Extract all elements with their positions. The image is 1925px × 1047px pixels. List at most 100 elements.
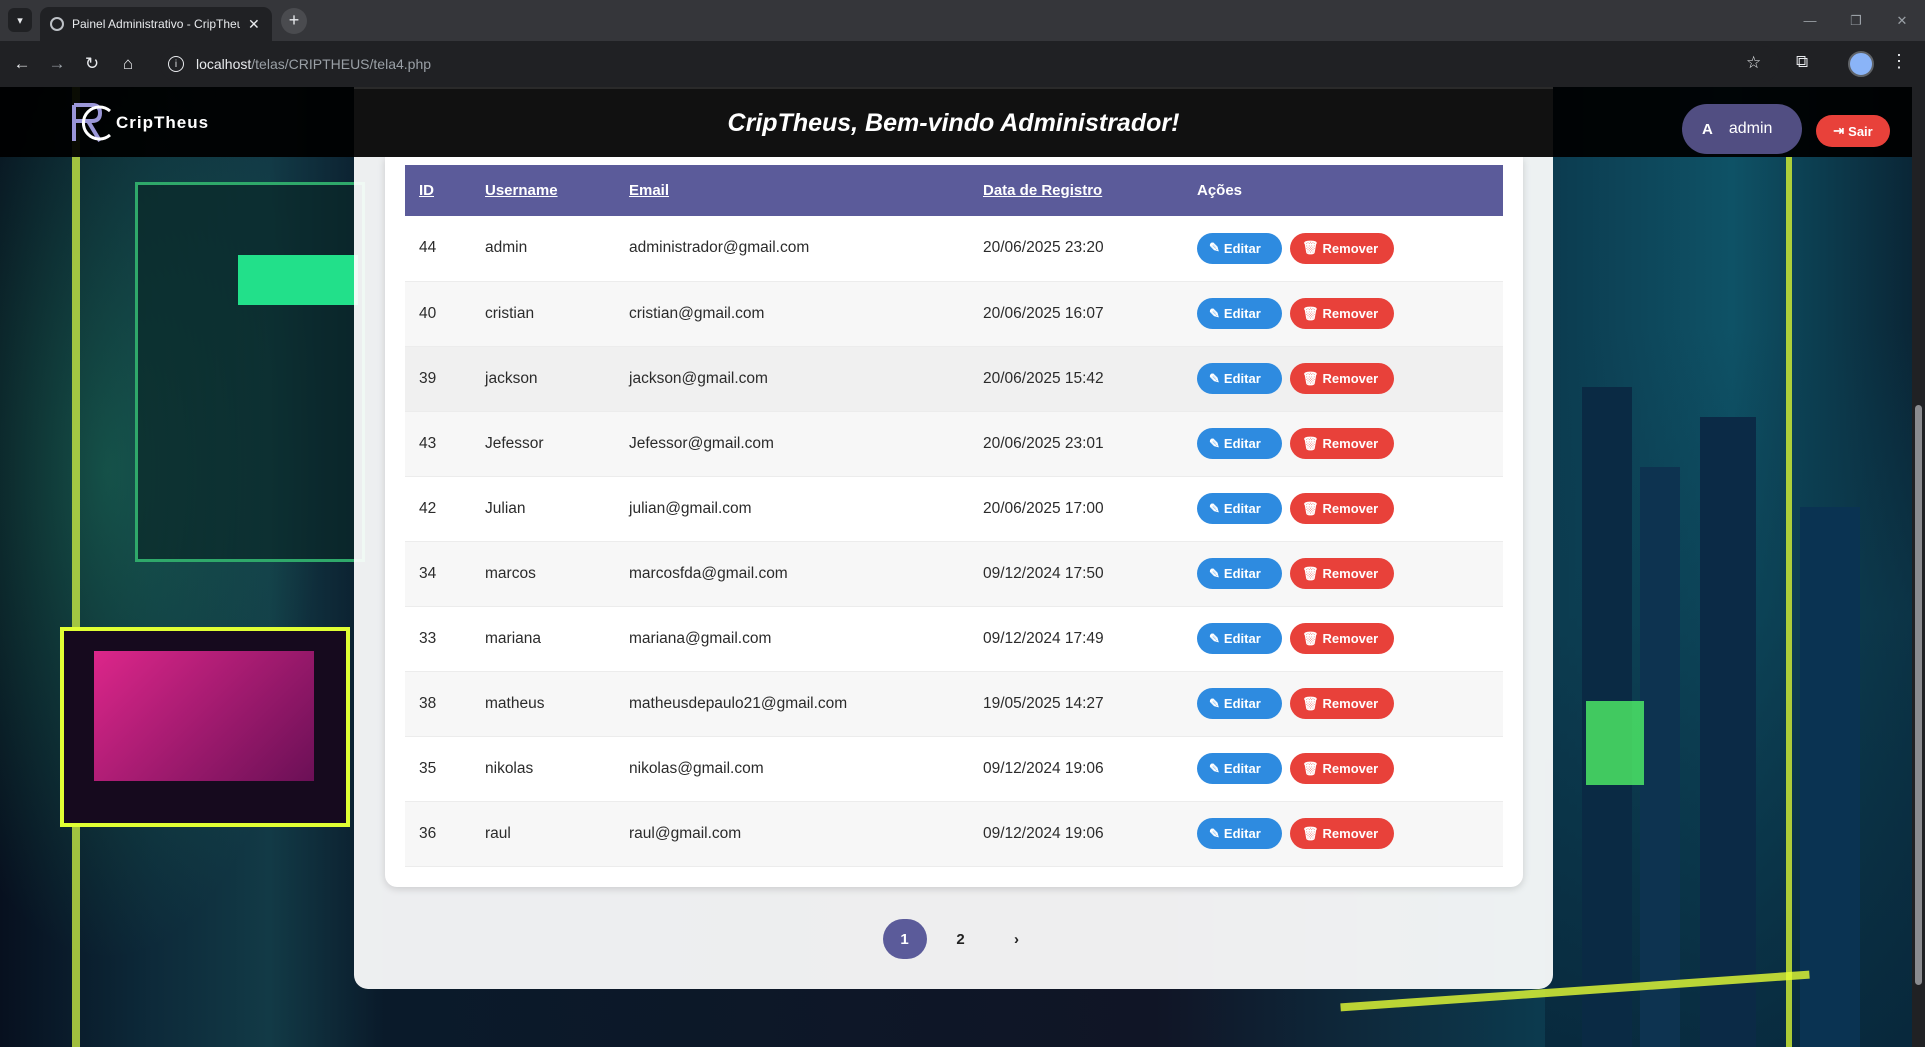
remove-button[interactable]: 🗑 Remover <box>1290 623 1394 654</box>
remove-label: Remover <box>1322 696 1379 711</box>
logout-button[interactable]: ⇥ Sair <box>1816 115 1890 147</box>
site-info-icon[interactable]: i <box>168 56 184 72</box>
remove-button[interactable]: 🗑 Remover <box>1290 428 1394 459</box>
column-id[interactable]: ID <box>405 165 471 216</box>
next-page-icon[interactable]: › <box>995 919 1039 959</box>
forward-icon[interactable]: → <box>45 52 69 76</box>
edit-button[interactable]: ✎ Editar <box>1197 818 1282 849</box>
new-tab-button[interactable]: + <box>281 8 307 34</box>
remove-button[interactable]: 🗑 Remover <box>1290 558 1394 589</box>
edit-button[interactable]: ✎ Editar <box>1197 753 1282 784</box>
edit-button[interactable]: ✎ Editar <box>1197 493 1282 524</box>
cell-date: 20/06/2025 16:07 <box>983 304 1104 322</box>
close-tab-icon[interactable]: ✕ <box>248 16 260 33</box>
page-button[interactable]: 1 <box>882 919 927 959</box>
edit-button[interactable]: ✎ Editar <box>1197 298 1282 329</box>
remove-button[interactable]: 🗑 Remover <box>1290 753 1394 784</box>
background-neon-line <box>1786 157 1792 1047</box>
cell-email: matheusdepaulo21@gmail.com <box>629 694 848 712</box>
edit-button[interactable]: ✎ Editar <box>1197 558 1282 589</box>
cell-date: 19/05/2025 14:27 <box>983 694 1104 712</box>
avatar: A <box>1702 120 1713 138</box>
column-email[interactable]: Email <box>615 165 969 216</box>
remove-button[interactable]: 🗑 Remover <box>1290 818 1394 849</box>
cell-email: julian@gmail.com <box>629 499 752 517</box>
cell-id: 44 <box>419 239 437 257</box>
reload-icon[interactable]: ↻ <box>80 52 104 76</box>
remove-button[interactable]: 🗑 Remover <box>1290 493 1394 524</box>
edit-icon: ✎ <box>1209 825 1220 841</box>
table-row: 44 admin administrador@gmail.com 20/06/2025… <box>405 216 1503 281</box>
cell-actions: ✎ Editar 🗑 Remover <box>1183 801 1503 866</box>
cell-username: raul <box>485 824 511 842</box>
address-bar[interactable]: i localhost/telas/CRIPTHEUS/tela4.php <box>160 46 1780 82</box>
profile-avatar-icon[interactable] <box>1848 51 1874 77</box>
remove-label: Remover <box>1322 826 1379 841</box>
remove-label: Remover <box>1322 371 1379 386</box>
cell-email: jackson@gmail.com <box>629 369 768 387</box>
table-row: 34 marcos marcosfda@gmail.com 09/12/2024 17… <box>405 541 1503 606</box>
browser-tab[interactable]: Painel Administrativo - CripTheus ✕ <box>40 7 272 41</box>
edit-button[interactable]: ✎ Editar <box>1197 363 1282 394</box>
cell-email: Jefessor@gmail.com <box>629 434 774 452</box>
remove-button[interactable]: 🗑 Remover <box>1290 298 1394 329</box>
extensions-icon[interactable]: ⧉ <box>1796 52 1808 72</box>
background-laptop <box>60 627 350 827</box>
edit-icon: ✎ <box>1209 565 1220 581</box>
logo[interactable]: CripTheus <box>70 99 209 147</box>
table-row: 33 mariana mariana@gmail.com 09/12/2024 17:… <box>405 606 1503 671</box>
column-date[interactable]: Data de Registro <box>969 165 1183 216</box>
remove-label: Remover <box>1322 761 1379 776</box>
browser-menu-icon[interactable]: ⋮ <box>1890 51 1908 72</box>
cell-actions: ✎ Editar 🗑 Remover <box>1183 736 1503 801</box>
background-screen <box>135 182 365 562</box>
edit-label: Editar <box>1223 696 1261 711</box>
cell-username: jackson <box>485 369 538 387</box>
trash-icon: 🗑 <box>1302 565 1319 581</box>
page-button[interactable]: 2 <box>939 919 983 959</box>
cell-id: 38 <box>419 694 437 712</box>
user-menu[interactable]: A admin <box>1682 104 1802 154</box>
cell-actions: ✎ Editar 🗑 Remover <box>1183 346 1503 411</box>
cell-username: matheus <box>485 694 545 712</box>
cell-email: raul@gmail.com <box>629 824 742 842</box>
edit-label: Editar <box>1223 501 1261 516</box>
cell-actions: ✎ Editar 🗑 Remover <box>1183 541 1503 606</box>
bookmark-star-icon[interactable]: ☆ <box>1746 53 1761 73</box>
back-icon[interactable]: ← <box>10 52 34 76</box>
scrollbar-thumb[interactable] <box>1915 405 1922 985</box>
tab-search-icon[interactable]: ▾ <box>8 8 32 32</box>
remove-button[interactable]: 🗑 Remover <box>1290 688 1394 719</box>
restore-button[interactable]: ❐ <box>1833 0 1879 41</box>
edit-button[interactable]: ✎ Editar <box>1197 428 1282 459</box>
cell-email: marcosfda@gmail.com <box>629 564 788 582</box>
table-row: 39 jackson jackson@gmail.com 20/06/2025 15:… <box>405 346 1503 411</box>
remove-button[interactable]: 🗑 Remover <box>1290 363 1394 394</box>
remove-button[interactable]: 🗑 Remover <box>1290 232 1394 264</box>
edit-icon: ✎ <box>1209 240 1220 256</box>
column-username[interactable]: Username <box>471 165 615 216</box>
trash-icon: 🗑 <box>1302 825 1319 841</box>
edit-button[interactable]: ✎ Editar <box>1197 688 1282 719</box>
cell-actions: ✎ Editar 🗑 Remover <box>1183 671 1503 736</box>
close-window-button[interactable]: ✕ <box>1879 0 1925 41</box>
pagination: 1 2 › <box>354 919 1553 959</box>
page-scrollbar[interactable] <box>1912 87 1925 1047</box>
remove-label: Remover <box>1322 566 1379 581</box>
logout-label: Sair <box>1848 123 1873 139</box>
trash-icon: 🗑 <box>1302 435 1319 451</box>
edit-label: Editar <box>1223 566 1261 581</box>
remove-label: Remover <box>1322 240 1379 256</box>
minimize-button[interactable]: — <box>1787 0 1833 41</box>
edit-icon: ✎ <box>1209 305 1220 321</box>
home-icon[interactable]: ⌂ <box>116 52 140 76</box>
table-row: 42 Julian julian@gmail.com 20/06/2025 17:00… <box>405 476 1503 541</box>
trash-icon: 🗑 <box>1302 500 1319 516</box>
edit-button[interactable]: ✎ Editar <box>1197 623 1282 654</box>
edit-button[interactable]: ✎ Editar <box>1197 232 1282 264</box>
cell-email: administrador@gmail.com <box>629 239 810 257</box>
page-title: CripTheus, Bem-vindo Administrador! <box>354 87 1553 157</box>
globe-icon <box>50 17 64 31</box>
cell-date: 20/06/2025 23:20 <box>983 239 1104 257</box>
edit-label: Editar <box>1223 306 1261 321</box>
